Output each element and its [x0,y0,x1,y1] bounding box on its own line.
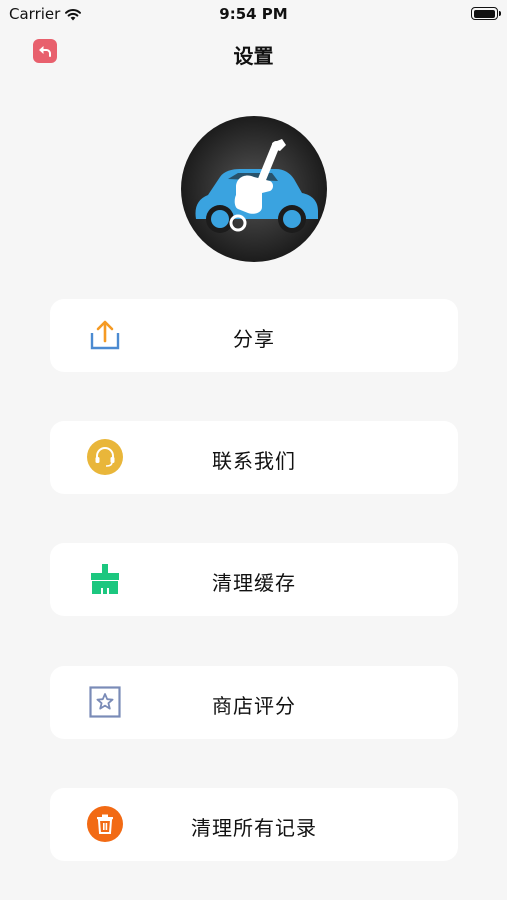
menu-item-contact-us[interactable]: 联系我们 [50,421,458,494]
status-bar: Carrier 9:54 PM [0,0,507,28]
menu-label: 联系我们 [212,449,296,473]
page-title: 设置 [233,44,274,68]
app-logo [180,115,328,263]
navigation-bar: 设置 [0,28,507,76]
car-wrench-logo [181,116,327,262]
menu-item-store-rating[interactable]: 商店评分 [50,666,458,739]
menu-label: 商店评分 [212,694,296,718]
menu-label: 清理缓存 [212,571,296,595]
status-time: 9:54 PM [219,5,288,23]
menu-item-clear-all-records[interactable]: 清理所有记录 [50,788,458,861]
menu-label: 分享 [233,327,275,351]
menu-label: 清理所有记录 [191,816,317,840]
menu-item-clear-cache[interactable]: 清理缓存 [50,543,458,616]
battery-icon [471,7,501,20]
menu-item-share[interactable]: 分享 [50,299,458,372]
